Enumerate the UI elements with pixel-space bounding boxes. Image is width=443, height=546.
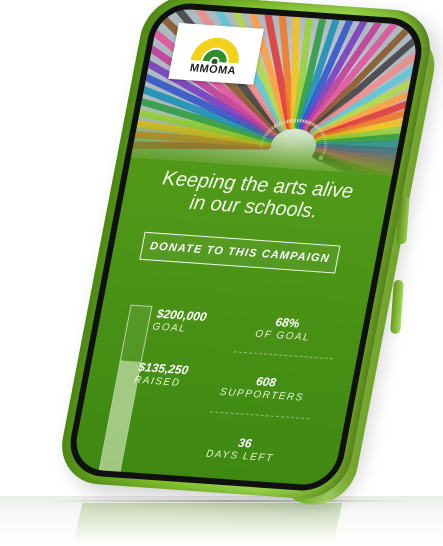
supporters-label: SUPPORTERS	[218, 386, 305, 404]
campaign-tagline: Keeping the arts alive in our schools.	[137, 166, 375, 226]
days-left-label: DAYS LEFT	[205, 448, 275, 465]
logo-text: MMOMA	[188, 62, 238, 78]
stats-divider-2	[210, 411, 310, 420]
supporters-value: 608	[254, 374, 278, 390]
days-left-value: 36	[237, 435, 253, 451]
goal-label: GOAL	[151, 321, 188, 335]
side-button	[390, 279, 404, 335]
stats-divider-1	[233, 351, 333, 360]
phone-mockup: MMOMA Keeping the arts alive in our scho…	[0, 0, 443, 546]
progress-bar	[97, 304, 153, 480]
donate-button[interactable]: DONATE TO THIS CAMPAIGN	[139, 231, 341, 274]
raised-label: RAISED	[133, 374, 182, 389]
hero-image	[131, 7, 421, 176]
phone-screen: MMOMA Keeping the arts alive in our scho…	[71, 7, 421, 487]
percent-of-goal-value: 68%	[274, 314, 301, 331]
percent-of-goal-label: OF GOAL	[254, 328, 312, 344]
phone-body: MMOMA Keeping the arts alive in our scho…	[54, 0, 438, 502]
logo-arc-icon	[190, 37, 239, 65]
mmoma-logo[interactable]: MMOMA	[168, 22, 264, 85]
